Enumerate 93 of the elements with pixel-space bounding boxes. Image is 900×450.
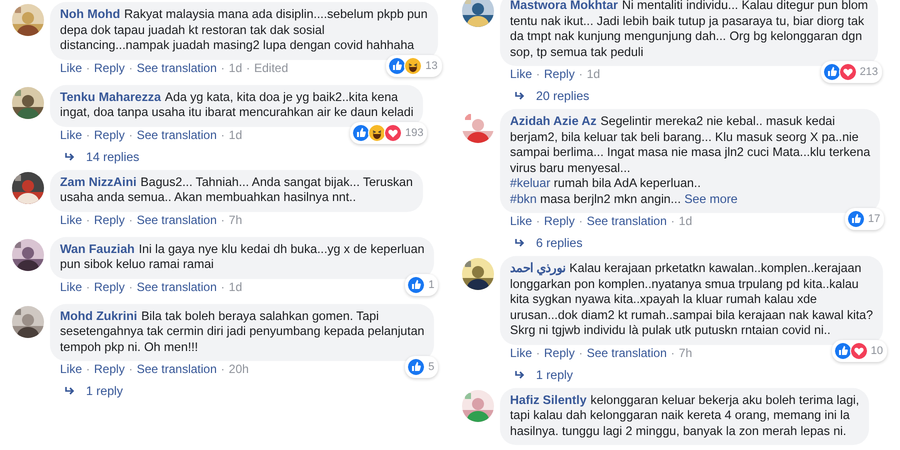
timestamp: 1d <box>678 214 692 229</box>
separator-dot: · <box>578 67 583 82</box>
action-link[interactable]: Like <box>60 362 82 377</box>
separator-dot: · <box>536 67 540 82</box>
separator-dot: · <box>86 212 90 228</box>
separator-dot: · <box>536 346 540 360</box>
author-name[interactable]: Noh Mohd <box>60 7 120 21</box>
action-link[interactable]: Reply <box>94 280 125 294</box>
timestamp: 1d <box>228 280 242 294</box>
action-link[interactable]: Reply <box>94 60 125 76</box>
separator-dot: · <box>86 128 90 142</box>
action-link[interactable]: Reply <box>544 214 575 229</box>
view-replies-link[interactable]: 20 replies <box>536 89 590 103</box>
action-link[interactable]: Like <box>510 67 532 82</box>
action-link[interactable]: See translation <box>586 214 667 229</box>
separator-dot: · <box>128 128 133 142</box>
separator-dot: · <box>246 60 250 76</box>
author-name[interactable]: Mohd Zukrini <box>60 308 138 322</box>
view-replies-link[interactable]: 1 reply <box>536 368 573 382</box>
separator-dot: · <box>86 280 90 294</box>
separator-dot: · <box>128 212 133 228</box>
action-link[interactable]: Like <box>60 280 82 294</box>
author-name[interactable]: Tenku Maharezza <box>60 90 161 104</box>
action-link[interactable]: Reply <box>94 212 125 228</box>
timestamp: 7h <box>678 346 692 360</box>
comment-text: Mastwora Mokhtar Ni mentaliti individu... Kalau ditegur pun blom tentu nak ikut... Jadi lebih baik tutup ja pasaraya tu, biar diorg tak da tmpt nak kunjung mengunjung dah... Org bg kelonggaran dgn sop, tp semua tak peduli <box>510 0 868 60</box>
reply-arrow-icon <box>64 152 76 162</box>
action-link[interactable]: See translation <box>136 280 217 294</box>
action-link[interactable]: See translation <box>136 128 217 142</box>
author-name[interactable]: Hafiz Silently <box>510 392 587 406</box>
separator-dot: · <box>86 362 90 377</box>
action-link[interactable]: Reply <box>544 67 575 82</box>
separator-dot: · <box>128 280 133 294</box>
reaction-count: 5 <box>428 361 434 373</box>
comment-text: Tenku Maharezza Ada yg kata, kita doa je yg baik2..kita kena ingat, doa tanpa usaha itu ibarat mencurahkan air ke daun keladi <box>60 90 414 120</box>
action-link[interactable]: Reply <box>94 128 125 142</box>
reply-arrow-icon <box>514 91 526 101</box>
reaction-count: 193 <box>405 126 424 138</box>
separator-dot: · <box>220 128 225 142</box>
timestamp: 1d <box>228 128 242 142</box>
author-name[interactable]: Wan Fauziah <box>60 242 135 256</box>
separator-dot: · <box>220 212 225 228</box>
author-name[interactable]: Mastwora Mokhtar <box>510 0 618 12</box>
separator-dot: · <box>220 362 225 377</box>
comment-text: Wan Fauziah Ini la gaya nye klu kedai dh buka...yg x de keperluan pun sibok keluo ramai ramai <box>60 242 424 272</box>
separator-dot: · <box>86 60 90 76</box>
timestamp: 20h <box>228 362 249 377</box>
separator-dot: · <box>128 60 133 76</box>
comment-text: Hafiz Silently kelonggaran keluar bekerja aku boleh terima lagi, tapi kalau dah kelonggaran naik kereta 4 orang, memang ini la hasilnya. tunggu lagi 2 minggu, banyak la zon merah lepas ni. <box>510 392 860 439</box>
separator-dot: · <box>670 346 675 360</box>
comment-text: Mohd Zukrini Bila tak boleh beraya salahkan gomen. Tapi sesetengahnya tak cermin diri jadi penyumbang kepada pelanjutan tempoh pkp ni. Oh men!!! <box>60 308 424 355</box>
separator-dot: · <box>578 346 583 360</box>
hashtag-link[interactable]: #keluar <box>510 176 550 190</box>
action-link[interactable]: Like <box>510 214 532 229</box>
view-replies-link[interactable]: 6 replies <box>536 236 582 250</box>
action-link[interactable]: Reply <box>94 362 125 377</box>
action-link[interactable]: Like <box>60 212 82 228</box>
action-link[interactable]: See translation <box>136 362 217 377</box>
author-name[interactable]: Azidah Azie Az <box>510 114 597 128</box>
action-link[interactable]: Reply <box>544 346 575 360</box>
separator-dot: · <box>128 362 133 377</box>
reaction-count: 1 <box>428 278 434 290</box>
action-link[interactable]: Like <box>510 346 532 360</box>
reply-arrow-icon <box>514 238 526 248</box>
action-link[interactable]: See translation <box>586 346 667 360</box>
separator-dot: · <box>220 60 225 76</box>
author-name[interactable]: Zam NizzAini <box>60 174 137 188</box>
comment-text: Noh Mohd Rakyat malaysia mana ada disiplin....sebelum pkpb pun depa dok tapau juadah kt restoran tak dak sosial distancing...nampak juadah masing2 lupa dengan covid hahhaha <box>60 7 428 54</box>
action-link[interactable]: See translation <box>136 212 217 228</box>
reaction-count: 17 <box>868 213 880 225</box>
view-replies-link[interactable]: 14 replies <box>86 150 140 164</box>
timestamp: 7h <box>228 212 242 228</box>
see-more-link[interactable]: See more <box>684 192 738 206</box>
separator-dot: · <box>536 214 540 229</box>
action-link[interactable]: See translation <box>136 60 217 76</box>
timestamp: 1d <box>586 67 600 82</box>
view-replies-link[interactable]: 1 reply <box>86 384 123 398</box>
action-link[interactable]: Like <box>60 128 82 142</box>
timestamp: 1d <box>228 60 242 76</box>
comment-text: Zam NizzAini Bagus2... Tahniah... Anda sangat bijak... Teruskan usaha anda semua.. Akan membuahkan hasilnya nnt.. <box>60 174 413 206</box>
reply-arrow-icon <box>514 370 526 380</box>
comment-text: Azidah Azie Az Segelintir mereka2 nie kebal.. masuk kedai berjam2, bila keluar tak beli barang... Klu masuk seorg X pa..nie sampai berlima... Ingat masa nie masa jln2 cuci Mata...klu terkena virus baru menyesal... #keluar rumah bila AdA keperluan.. #bkn masa berjln2 mkn angin... See more <box>510 114 870 207</box>
author-name[interactable]: نورذي احمد <box>510 261 566 275</box>
separator-dot: · <box>220 280 225 294</box>
hashtag-link[interactable]: #bkn <box>510 192 537 206</box>
reaction-count: 10 <box>870 344 883 356</box>
reaction-count: 13 <box>425 60 438 72</box>
reaction-count: 213 <box>860 66 878 78</box>
separator-dot: · <box>578 214 583 229</box>
separator-dot: · <box>670 214 675 229</box>
reply-arrow-icon <box>64 386 76 396</box>
edited-label: Edited <box>254 60 288 76</box>
action-link[interactable]: Like <box>60 60 82 76</box>
